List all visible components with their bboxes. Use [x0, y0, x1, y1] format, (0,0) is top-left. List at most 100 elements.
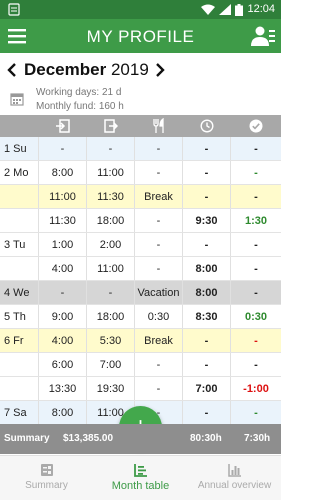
break-cell: -	[135, 209, 183, 232]
status-time: 12:04	[247, 3, 275, 15]
table-row[interactable]: 3 Tu 1:00 2:00- - -	[0, 233, 281, 257]
hours-cell: 9:30	[183, 209, 231, 232]
hours-cell: -	[183, 185, 231, 208]
table-row[interactable]: 6:00 7:00- - -	[0, 353, 281, 377]
month-label: December 2019	[24, 59, 149, 81]
header-end	[87, 115, 135, 137]
start-time-cell: 1:00	[39, 233, 87, 256]
day-cell: 4 We	[0, 281, 39, 304]
start-time-cell: 4:00	[39, 257, 87, 280]
start-time-cell: 9:00	[39, 305, 87, 328]
balance-cell: -1:00	[243, 382, 269, 395]
nav-summary[interactable]: Summary	[0, 456, 93, 500]
day-cell: 7 Sa	[0, 401, 39, 424]
table-row[interactable]: 2 Mo 8:00 11:00- - -	[0, 161, 281, 185]
balance-cell: 1:30	[244, 214, 268, 227]
hours-cell: 8:00	[183, 281, 231, 304]
nav-annual-overview-label: Annual overview	[197, 480, 272, 491]
summary-amount: $13,385.00	[63, 433, 114, 444]
table-row[interactable]: 11:30 18:00-9:30 1:30	[0, 209, 281, 233]
day-cell	[0, 377, 39, 400]
end-time-cell: -	[87, 137, 135, 160]
end-time-cell: 11:30	[87, 185, 135, 208]
summary-bar: Summary $13,385.00 80:30h 7:30h	[0, 424, 281, 454]
end-time-cell: 18:00	[87, 305, 135, 328]
break-cell: -	[135, 257, 183, 280]
break-cell: -	[135, 233, 183, 256]
day-cell	[0, 353, 39, 376]
start-time-cell: 13:30	[39, 377, 87, 400]
balance-cell: -	[254, 406, 258, 419]
clock-in-icon	[56, 119, 70, 133]
break-cell: -	[135, 377, 183, 400]
balance-cell: -	[254, 334, 258, 347]
app-notification-icon	[8, 3, 20, 16]
hours-cell: -	[183, 353, 231, 376]
chevron-left-icon[interactable]	[6, 61, 18, 79]
balance-cell: -	[254, 142, 258, 155]
header-hours	[183, 115, 231, 137]
page-title: MY PROFILE	[86, 27, 195, 46]
check-circle-icon	[249, 119, 263, 133]
hours-cell: -	[183, 161, 231, 184]
break-cell: -	[135, 353, 183, 376]
monthly-fund-text: Monthly fund: 160 h	[36, 101, 124, 112]
chevron-right-icon[interactable]	[154, 61, 166, 79]
table-header	[0, 115, 281, 137]
nav-annual-overview[interactable]: Annual overview	[188, 456, 281, 500]
calendar-icon	[10, 93, 24, 106]
balance-cell: 0:30	[244, 310, 268, 323]
nav-month-table-label: Month table	[111, 480, 170, 492]
header-break	[135, 115, 183, 137]
table-row[interactable]: 11:00 11:30 Break - -	[0, 185, 281, 209]
balance-cell: -	[254, 190, 258, 203]
day-cell	[0, 185, 39, 208]
day-cell	[0, 257, 39, 280]
bar-chart-icon	[227, 464, 241, 477]
end-time-cell: 5:30	[87, 329, 135, 352]
battery-icon	[235, 3, 243, 16]
start-time-cell: 6:00	[39, 353, 87, 376]
month-name: December	[24, 60, 107, 79]
bottom-navigation: Summary Month table Annual overview	[0, 455, 281, 500]
start-time-cell: 8:00	[39, 161, 87, 184]
table-row[interactable]: 1 Su - - - - -	[0, 137, 281, 161]
table-row[interactable]: 13:30 19:30-7:00 -1:00	[0, 377, 281, 401]
break-cell: 0:30	[135, 305, 183, 328]
day-cell: 1 Su	[0, 137, 39, 160]
break-cell: Break	[135, 185, 183, 208]
app-bar: MY PROFILE	[0, 19, 281, 53]
summary-icon	[40, 464, 53, 476]
hours-cell: -	[183, 233, 231, 256]
start-time-cell: -	[39, 137, 87, 160]
break-cell: -	[135, 161, 183, 184]
end-time-cell: 2:00	[87, 233, 135, 256]
end-time-cell: 19:30	[87, 377, 135, 400]
balance-cell: -	[254, 286, 258, 299]
wifi-icon	[201, 4, 215, 15]
nav-summary-label: Summary	[25, 480, 68, 491]
start-time-cell: 8:00	[39, 401, 87, 424]
clock-icon	[200, 119, 214, 133]
balance-cell: -	[254, 358, 258, 371]
signal-icon	[219, 4, 231, 15]
header-day	[0, 115, 39, 137]
day-cell: 5 Th	[0, 305, 39, 328]
start-time-cell: 4:00	[39, 329, 87, 352]
start-time-cell: 11:00	[39, 185, 87, 208]
hours-cell: -	[183, 137, 231, 160]
month-table: 1 Su - - - - -2 Mo 8:00 11:00- - -11:00 11:30 Break…	[0, 115, 281, 425]
cutlery-icon	[153, 118, 164, 133]
hours-cell: 8:30	[183, 305, 231, 328]
table-row[interactable]: 4 We - - Vacation 8:00-	[0, 281, 281, 305]
profile-settings-icon[interactable]	[251, 25, 275, 47]
table-row[interactable]: 6 Fr 4:00 5:30 Break - -	[0, 329, 281, 353]
table-row[interactable]: 4:00 11:00-8:00-	[0, 257, 281, 281]
balance-cell: -	[254, 238, 258, 251]
balance-cell: -	[254, 166, 258, 179]
table-row[interactable]: 5 Th 9:00 18:00 0:30 8:30 0:30	[0, 305, 281, 329]
nav-month-table[interactable]: Month table	[94, 456, 187, 500]
header-start	[39, 115, 87, 137]
table-body: 1 Su - - - - -2 Mo 8:00 11:00- - -11:00 11:30 Break…	[0, 137, 281, 425]
day-cell: 2 Mo	[0, 161, 39, 184]
